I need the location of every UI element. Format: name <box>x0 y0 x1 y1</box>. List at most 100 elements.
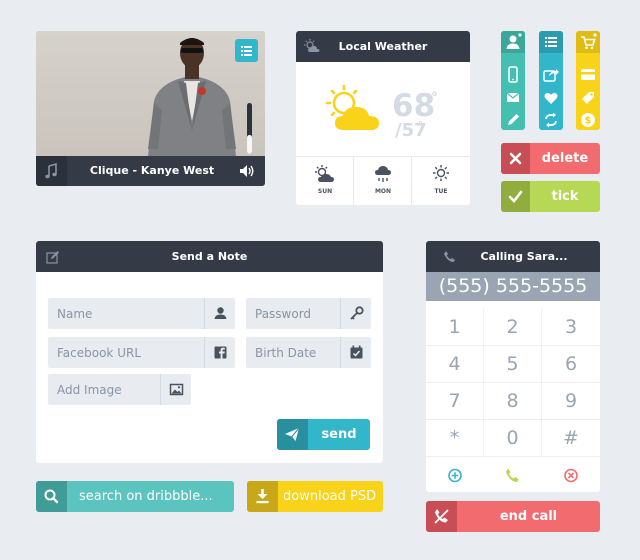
favorite-button[interactable] <box>539 87 563 109</box>
keypad: 1 2 3 4 5 6 7 8 9 * 0 # <box>426 309 600 460</box>
key-1[interactable]: 1 <box>426 309 484 346</box>
user-button[interactable] <box>501 31 525 53</box>
refresh-icon <box>545 112 557 128</box>
birthdate-field-icon-box <box>340 337 371 368</box>
volume-slider-fill <box>247 135 252 154</box>
playlist-menu-button[interactable] <box>235 39 258 62</box>
cart-icon <box>581 33 597 50</box>
plus-circle-icon <box>448 468 462 483</box>
hang-up-icon <box>434 509 449 524</box>
temp-high-unit: ° <box>431 90 438 106</box>
cloud-sun-large-icon <box>325 84 379 130</box>
key-9[interactable]: 9 <box>542 383 600 420</box>
tag-button[interactable] <box>576 87 600 109</box>
image-field <box>48 374 191 405</box>
key-7[interactable]: 7 <box>426 383 484 420</box>
key-2[interactable]: 2 <box>484 309 542 346</box>
volume-icon[interactable] <box>239 164 255 178</box>
delete-label: delete <box>541 151 589 166</box>
key-star[interactable]: * <box>426 420 484 457</box>
track-title: Clique - Kanye West <box>89 164 215 177</box>
facebook-field-icon-box <box>204 337 235 368</box>
search-dribbble-button[interactable]: search on dribbble... <box>36 481 234 512</box>
icon-column-yellow: $ <box>576 31 600 130</box>
temp-high: 68 <box>392 88 436 124</box>
forecast-day[interactable]: TUE <box>412 157 470 205</box>
password-field <box>246 298 371 329</box>
key-3[interactable]: 3 <box>542 309 600 346</box>
key-8[interactable]: 8 <box>484 383 542 420</box>
price-button[interactable]: $ <box>576 109 600 131</box>
check-icon <box>508 190 523 203</box>
list-button[interactable] <box>539 31 563 53</box>
send-icon-box <box>277 419 308 450</box>
add-image-input[interactable] <box>48 374 160 405</box>
heart-icon <box>544 93 558 104</box>
tick-icon-box <box>501 181 530 212</box>
mail-button[interactable] <box>501 87 525 109</box>
svg-text:$: $ <box>585 116 592 127</box>
password-field-icon-box <box>340 298 371 329</box>
edit-button[interactable] <box>501 109 525 131</box>
search-icon-box <box>36 481 67 512</box>
volume-slider[interactable] <box>247 103 252 154</box>
icon-column-blue <box>539 31 563 130</box>
tick-button[interactable]: tick <box>501 181 600 212</box>
delete-button[interactable]: delete <box>501 143 600 174</box>
key-hash[interactable]: # <box>542 420 600 457</box>
add-contact-button[interactable] <box>426 460 484 491</box>
phone-button[interactable] <box>501 64 525 86</box>
list-icon <box>545 37 557 47</box>
card-button[interactable] <box>576 64 600 86</box>
search-icon <box>44 489 59 504</box>
forecast-day[interactable]: MON <box>354 157 412 205</box>
forecast-day-label: MON <box>374 188 392 195</box>
end-call-label: end call <box>499 509 558 524</box>
key-0[interactable]: 0 <box>484 420 542 457</box>
user-icon <box>506 33 522 49</box>
key-4[interactable]: 4 <box>426 346 484 383</box>
refresh-button[interactable] <box>539 109 563 131</box>
end-call-button[interactable]: end call <box>426 501 600 532</box>
send-label: send <box>321 427 357 442</box>
note-title: Send a Note <box>171 250 248 263</box>
pencil-icon <box>508 114 519 125</box>
close-icon <box>509 152 522 165</box>
forecast-day[interactable]: SUN <box>296 157 354 205</box>
key-6[interactable]: 6 <box>542 346 600 383</box>
cancel-call-button[interactable] <box>542 460 600 491</box>
call-button[interactable] <box>484 460 542 491</box>
tag-icon <box>582 92 594 104</box>
tick-label: tick <box>551 189 579 204</box>
card-icon <box>581 69 595 80</box>
cloud-sun-icon <box>315 165 334 182</box>
share-icon <box>543 69 559 82</box>
cloud-rain-icon <box>375 166 391 182</box>
share-button[interactable] <box>539 64 563 86</box>
forecast-day-label: TUE <box>434 188 448 195</box>
media-player: Clique - Kanye West <box>36 31 265 186</box>
mail-icon <box>506 92 520 102</box>
cart-button[interactable] <box>576 31 600 53</box>
weather-header: Local Weather <box>296 31 470 62</box>
forecast-row: SUN MON TUE <box>296 156 470 205</box>
delete-icon-box <box>501 143 530 174</box>
artist-photo <box>148 38 236 156</box>
sun-icon <box>433 165 449 181</box>
image-field-icon-box[interactable] <box>160 374 191 405</box>
key-5[interactable]: 5 <box>484 346 542 383</box>
name-field-icon-box <box>204 298 235 329</box>
send-button[interactable]: send <box>277 419 370 450</box>
download-psd-button[interactable]: download PSD <box>247 481 383 512</box>
close-circle-icon <box>564 468 578 483</box>
phone-call-icon <box>506 468 519 482</box>
icon-column-green <box>501 31 525 130</box>
music-button[interactable] <box>36 156 67 186</box>
user-icon <box>214 307 227 319</box>
name-input[interactable] <box>48 298 204 329</box>
password-input[interactable] <box>246 298 340 329</box>
search-label: search on dribbble... <box>79 489 213 504</box>
dialer-widget: Calling Sara... (555) 555-5555 1 2 3 4 5… <box>426 241 600 492</box>
facebook-url-input[interactable] <box>48 337 204 368</box>
birthdate-input[interactable] <box>246 337 340 368</box>
